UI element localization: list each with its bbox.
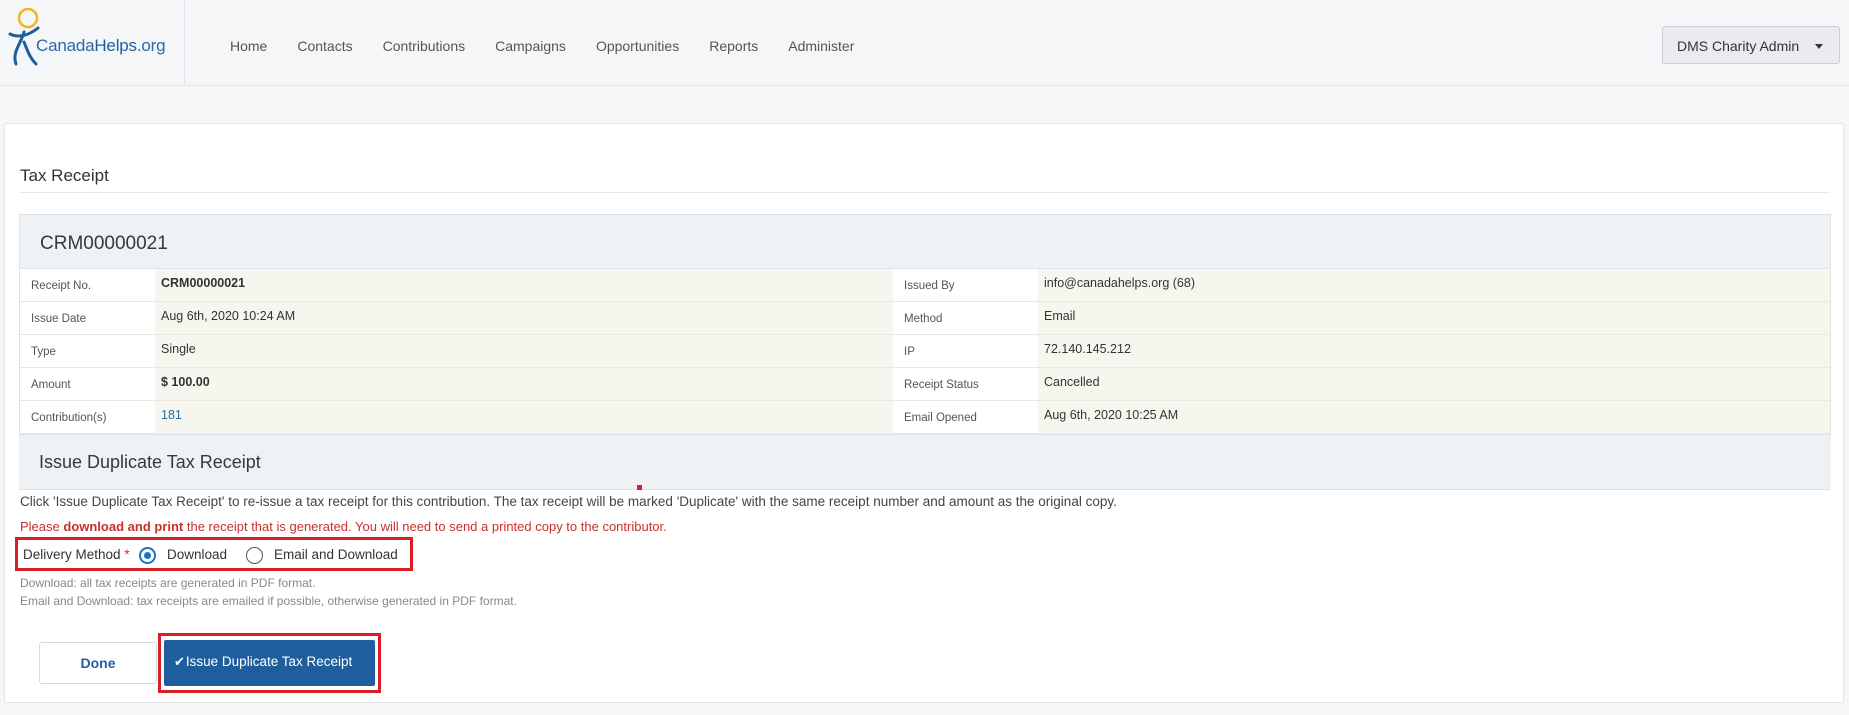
canadahelps-logo-icon [8,7,40,66]
user-menu-label: DMS Charity Admin [1677,38,1800,54]
delivery-method-label: Delivery Method * [23,547,130,562]
detail-label: Contribution(s) [20,401,155,433]
detail-row: Contribution(s) 181 Email Opened Aug 6th… [20,401,1830,434]
detail-label: Type [20,335,155,367]
issue-duplicate-button[interactable]: ✔Issue Duplicate Tax Receipt [164,640,375,686]
nav-campaigns[interactable]: Campaigns [495,38,566,54]
detail-label: Receipt No. [20,269,155,301]
main-nav: Home Contacts Contributions Campaigns Op… [230,38,884,54]
delivery-download-radio[interactable] [139,547,156,564]
help-text-download: Download: all tax receipts are generated… [20,576,316,590]
nav-opportunities[interactable]: Opportunities [596,38,679,54]
detail-label: Issue Date [20,302,155,334]
detail-label: Email Opened [893,401,1038,433]
detail-value: CRM00000021 [155,269,893,301]
nav-contributions[interactable]: Contributions [383,38,466,54]
detail-value: 72.140.145.212 [1038,335,1830,367]
receipt-header: CRM00000021 [20,215,1830,269]
issue-button-highlight: ✔Issue Duplicate Tax Receipt [158,633,381,693]
title-divider [20,192,1830,193]
nav-reports[interactable]: Reports [709,38,758,54]
detail-label: Method [893,302,1038,334]
detail-value: info@canadahelps.org (68) [1038,269,1830,301]
main-panel: Tax Receipt CRM00000021 Receipt No. CRM0… [4,123,1844,703]
detail-label: Amount [20,368,155,400]
detail-label: IP [893,335,1038,367]
delivery-email-download-radio[interactable] [246,547,263,564]
detail-value: $ 100.00 [155,368,893,400]
duplicate-description: Click 'Issue Duplicate Tax Receipt' to r… [20,494,1117,509]
contribution-link[interactable]: 181 [155,401,893,433]
nav-contacts[interactable]: Contacts [297,38,352,54]
duplicate-section-title: Issue Duplicate Tax Receipt [39,452,261,472]
print-warning: Please download and print the receipt th… [20,519,667,534]
nav-administer[interactable]: Administer [788,38,854,54]
delivery-download-label[interactable]: Download [167,547,227,562]
issue-button-label: Issue Duplicate Tax Receipt [185,654,353,669]
detail-row: Type Single IP 72.140.145.212 [20,335,1830,368]
receipt-detail-grid: Receipt No. CRM00000021 Issued By info@c… [20,269,1830,434]
receipt-id-heading: CRM00000021 [40,233,168,254]
detail-value: Email [1038,302,1830,334]
detail-value: Aug 6th, 2020 10:25 AM [1038,401,1830,433]
brand-logo[interactable]: CanadaHelps.org [0,0,185,86]
caret-down-icon [1815,44,1823,49]
delivery-email-download-label[interactable]: Email and Download [274,547,398,562]
detail-value: Single [155,335,893,367]
detail-value: Aug 6th, 2020 10:24 AM [155,302,893,334]
detail-row: Issue Date Aug 6th, 2020 10:24 AM Method… [20,302,1830,335]
top-navbar: CanadaHelps.org Home Contacts Contributi… [0,0,1849,86]
detail-label: Receipt Status [893,368,1038,400]
detail-label: Issued By [893,269,1038,301]
done-button[interactable]: Done [39,642,157,684]
user-menu-button[interactable]: DMS Charity Admin [1662,26,1840,64]
duplicate-section-header: Issue Duplicate Tax Receipt [19,434,1831,490]
detail-row: Amount $ 100.00 Receipt Status Cancelled [20,368,1830,401]
nav-home[interactable]: Home [230,38,267,54]
detail-value: Cancelled [1038,368,1830,400]
annotation-marker [637,485,642,490]
detail-row: Receipt No. CRM00000021 Issued By info@c… [20,269,1830,302]
page-title: Tax Receipt [20,166,109,185]
delivery-method-group: Delivery Method * Download Email and Dow… [15,537,413,571]
check-icon: ✔ [174,654,185,669]
logo-text: CanadaHelps.org [36,36,166,55]
help-text-email: Email and Download: tax receipts are ema… [20,594,517,608]
